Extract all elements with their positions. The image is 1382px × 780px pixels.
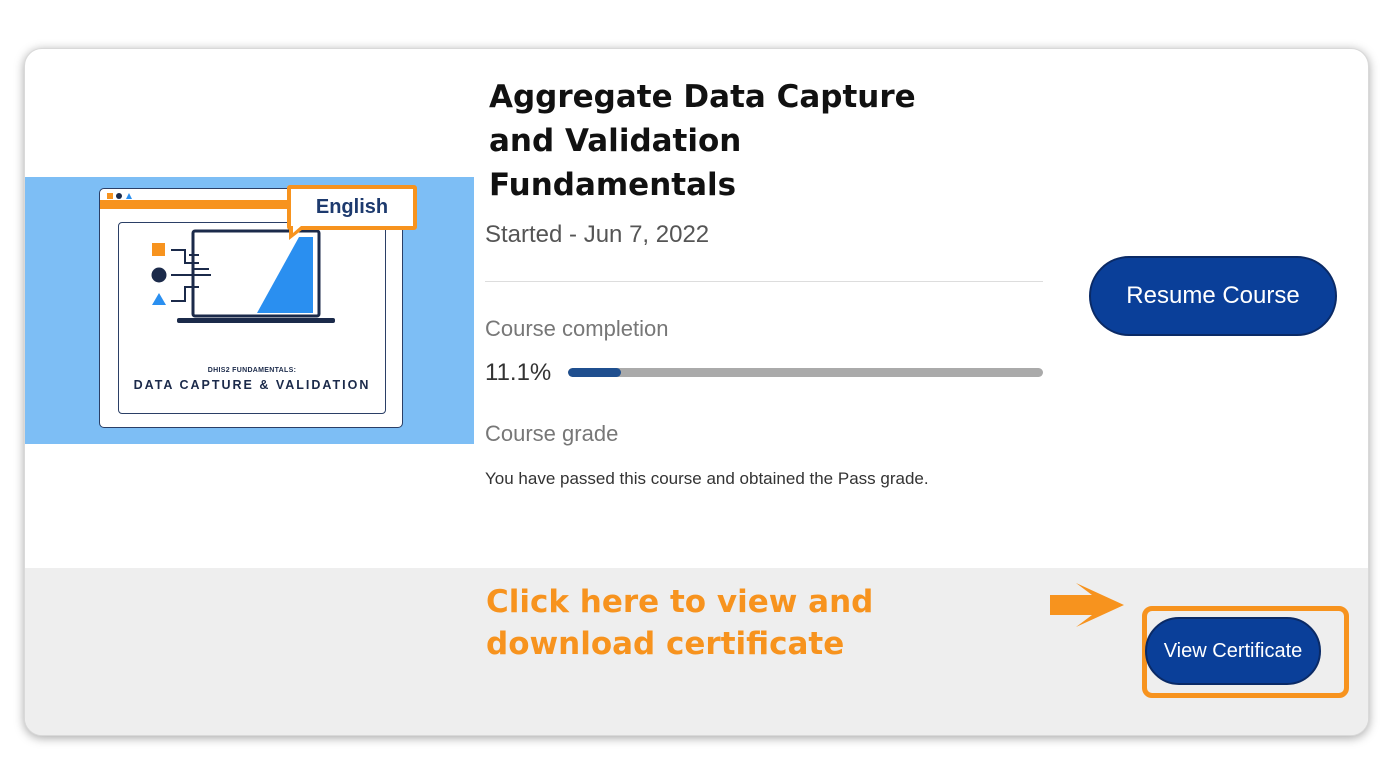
course-start-date: Started - Jun 7, 2022 [485,221,710,248]
resume-course-button[interactable]: Resume Course [1089,256,1337,336]
data-flow-icon [151,229,335,323]
page: DHIS2 FUNDAMENTALS: DATA CAPTURE & VALID… [0,0,1382,780]
triangle-icon [152,293,166,305]
course-card: DHIS2 FUNDAMENTALS: DATA CAPTURE & VALID… [24,48,1369,736]
completion-value: 11.1% [485,359,552,386]
arrow-right-icon [1050,583,1124,627]
square-icon [152,243,165,256]
thumbnail-subtitle: DHIS2 FUNDAMENTALS: [207,367,297,374]
completion-progress-bar [568,368,1043,377]
view-certificate-button[interactable]: View Certificate [1145,617,1321,685]
grade-label: Course grade [485,421,619,446]
grade-text: You have passed this course and obtained… [485,469,929,488]
divider [485,281,1043,282]
speech-bubble-tail-icon [289,226,307,240]
thumbnail-inner-panel: DHIS2 FUNDAMENTALS: DATA CAPTURE & VALID… [118,222,386,414]
thumbnail-main-title: DATA CAPTURE & VALIDATION [133,378,371,392]
course-thumbnail[interactable]: DHIS2 FUNDAMENTALS: DATA CAPTURE & VALID… [25,177,474,444]
completion-label: Course completion [485,316,669,341]
circle-icon [151,267,167,283]
laptop-icon [177,229,335,323]
language-badge: English [287,185,417,230]
completion-progress-fill [568,368,621,377]
course-title[interactable]: Aggregate Data Capture and Validation Fu… [489,75,949,207]
certificate-hint-text: Click here to view and download certific… [486,584,874,662]
